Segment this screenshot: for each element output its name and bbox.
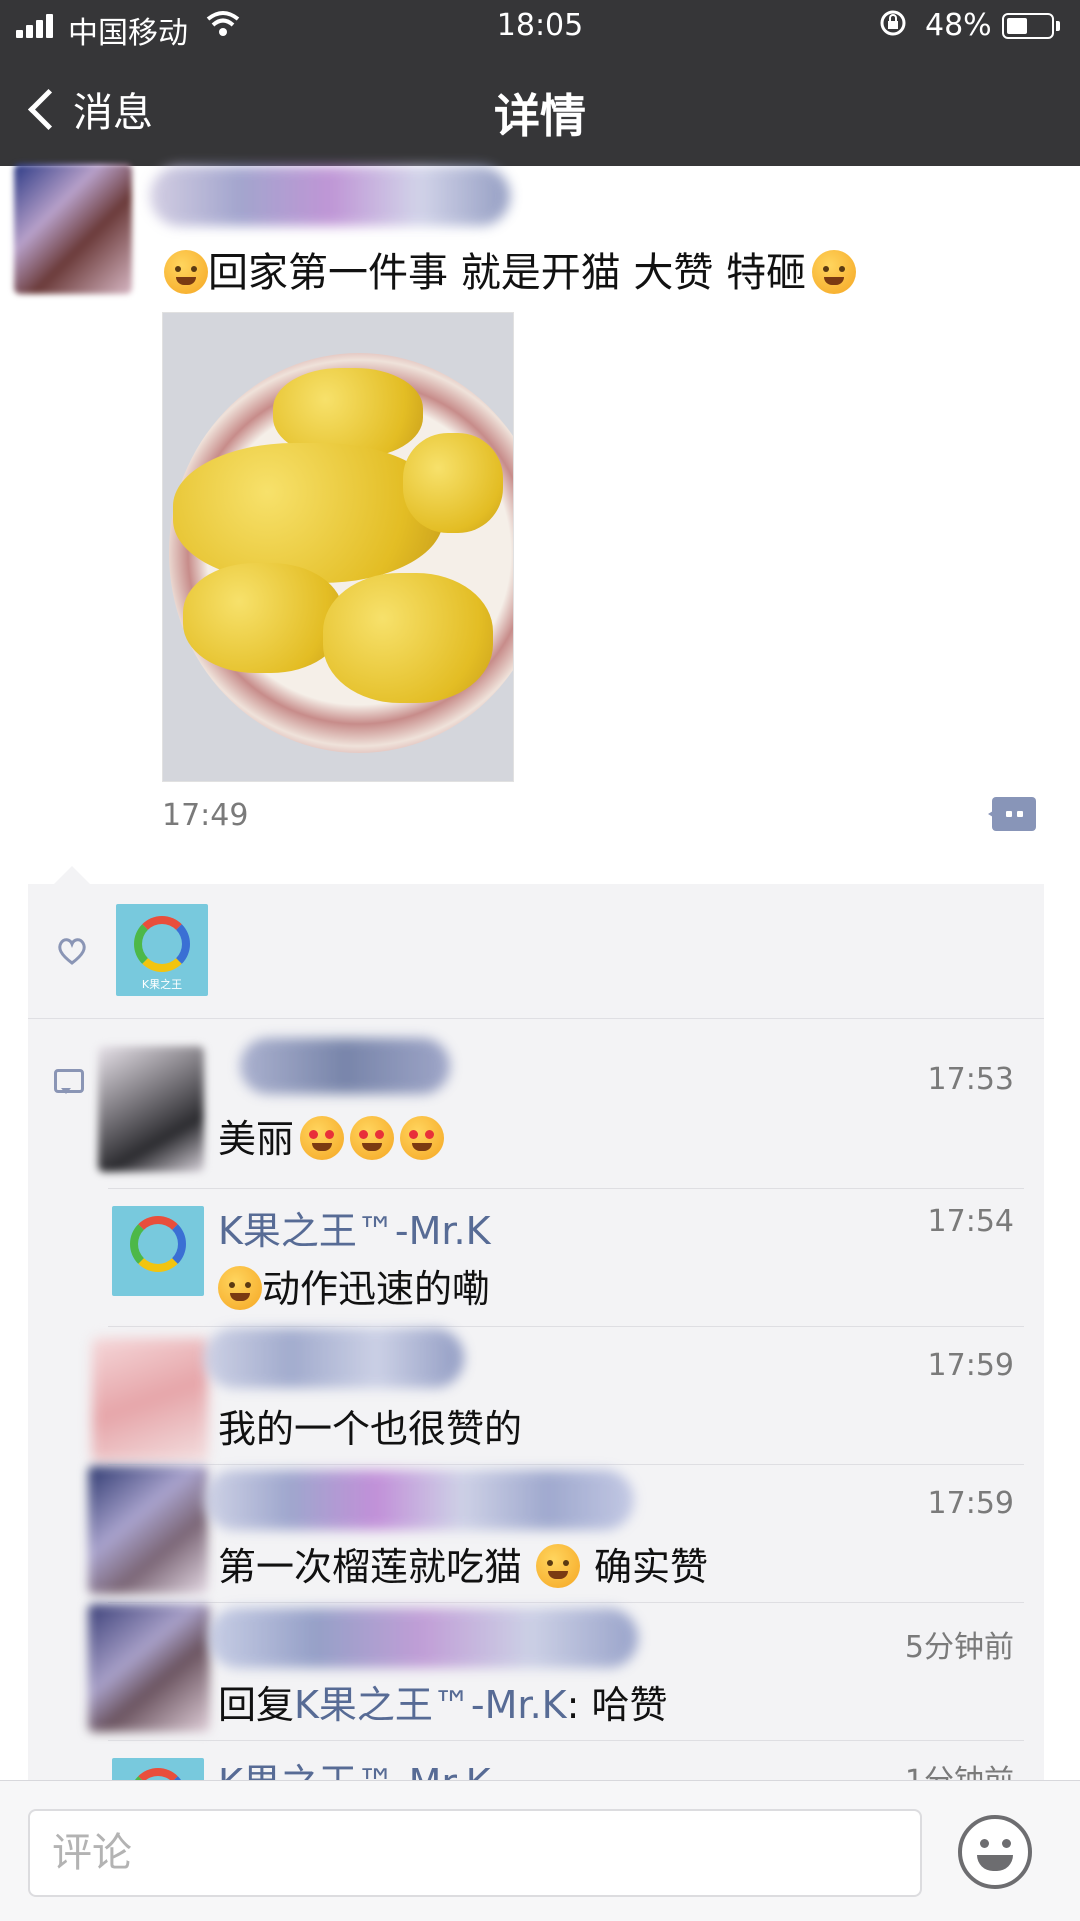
- commenter-avatar[interactable]: [112, 1758, 204, 1780]
- battery-icon: [1002, 13, 1054, 39]
- comment-item[interactable]: K果之王™-Mr.K 1分钟前: [108, 1742, 1024, 1780]
- comment-divider: [108, 1326, 1024, 1327]
- comment-divider: [108, 1464, 1024, 1465]
- durian-flesh: [183, 563, 343, 673]
- smirk-emoji-icon: [218, 1266, 262, 1310]
- emoji-picker-icon[interactable]: [958, 1815, 1032, 1889]
- comment-text: 我的一个也很赞的: [218, 1407, 523, 1451]
- comment-time: 5分钟前: [904, 1630, 1014, 1665]
- nav-bar: 消息 详情: [0, 54, 1080, 166]
- battery-tip: [1056, 21, 1060, 31]
- comment-item[interactable]: 17:53 美丽: [98, 1032, 1024, 1184]
- comment-time: 1分钟前: [905, 1756, 1014, 1780]
- commenter-name-blurred[interactable]: [240, 1038, 450, 1094]
- heart-eyes-emoji-icon: [350, 1116, 395, 1160]
- reply-target-name[interactable]: K果之王™-Mr.K: [294, 1683, 567, 1727]
- comment-time: 17:53: [927, 1062, 1014, 1097]
- comment-item[interactable]: 17:59 第一次榴莲就吃猫 确实赞: [88, 1466, 1024, 1602]
- durian-flesh: [323, 573, 493, 703]
- comment-divider: [108, 1740, 1024, 1741]
- status-bar: 中国移动 18:05 48%: [0, 0, 1080, 54]
- comment-text: 回复K果之王™-Mr.K: 哈赞: [218, 1683, 668, 1727]
- comment-action-button[interactable]: [988, 797, 1036, 831]
- comment-input[interactable]: [28, 1809, 922, 1897]
- commenter-avatar[interactable]: [92, 1338, 208, 1462]
- laugh-emoji-icon: [812, 250, 857, 294]
- durian-flesh: [403, 433, 503, 533]
- author-name-blurred[interactable]: [150, 166, 510, 226]
- comment-text: 第一次榴莲就吃猫 确实赞: [218, 1544, 709, 1589]
- liker-avatar-label: K果之王: [141, 978, 183, 991]
- thinking-emoji-icon: [164, 250, 208, 294]
- commenter-name-blurred[interactable]: [208, 1608, 638, 1668]
- comment-text: 动作迅速的嘞: [218, 1258, 490, 1313]
- liker-avatar[interactable]: K果之王: [116, 904, 208, 996]
- commenter-name-blurred[interactable]: [204, 1470, 634, 1530]
- commenter-name[interactable]: K果之王™-Mr.K: [218, 1200, 491, 1255]
- comment-list-icon: [54, 1069, 84, 1094]
- commenter-name[interactable]: K果之王™-Mr.K: [218, 1752, 491, 1780]
- comment-divider: [108, 1602, 1024, 1603]
- comment-item[interactable]: 5分钟前 回复K果之王™-Mr.K: 哈赞: [88, 1604, 1024, 1740]
- heart-icon: [58, 938, 86, 965]
- commenter-avatar[interactable]: [98, 1046, 204, 1172]
- heart-eyes-emoji-icon: [300, 1116, 345, 1160]
- comment-text: 美丽: [218, 1108, 445, 1163]
- post-time: 17:49: [162, 798, 249, 833]
- panel-pointer: [54, 866, 90, 884]
- comment-composer: [0, 1780, 1080, 1921]
- battery-percent: 48%: [925, 8, 992, 43]
- commenter-avatar[interactable]: [88, 1466, 208, 1594]
- commenter-name-blurred[interactable]: [204, 1328, 464, 1388]
- author-avatar[interactable]: [14, 164, 132, 294]
- page-title: 详情: [494, 89, 586, 143]
- commenter-avatar[interactable]: [112, 1206, 204, 1296]
- commenter-avatar[interactable]: [88, 1604, 210, 1732]
- comment-item[interactable]: 17:59 我的一个也很赞的: [92, 1328, 1024, 1464]
- comment-time: 17:54: [927, 1204, 1014, 1239]
- rotation-lock-icon: [878, 8, 908, 45]
- top-bar: 中国移动 18:05 48% 消息 详情: [0, 0, 1080, 166]
- laugh-emoji-icon: [536, 1544, 581, 1588]
- comment-time: 17:59: [927, 1486, 1014, 1521]
- comment-item[interactable]: K果之王™-Mr.K 17:54 动作迅速的嘞: [108, 1190, 1024, 1326]
- comment-divider: [108, 1188, 1024, 1189]
- comment-time: 17:59: [927, 1348, 1014, 1383]
- post-text: 回家第一件事 就是开猫 大赞 特砸: [164, 240, 857, 298]
- heart-eyes-emoji-icon: [400, 1116, 445, 1160]
- status-time: 18:05: [496, 8, 584, 43]
- post-photo[interactable]: [162, 312, 514, 782]
- durian-flesh: [173, 443, 443, 583]
